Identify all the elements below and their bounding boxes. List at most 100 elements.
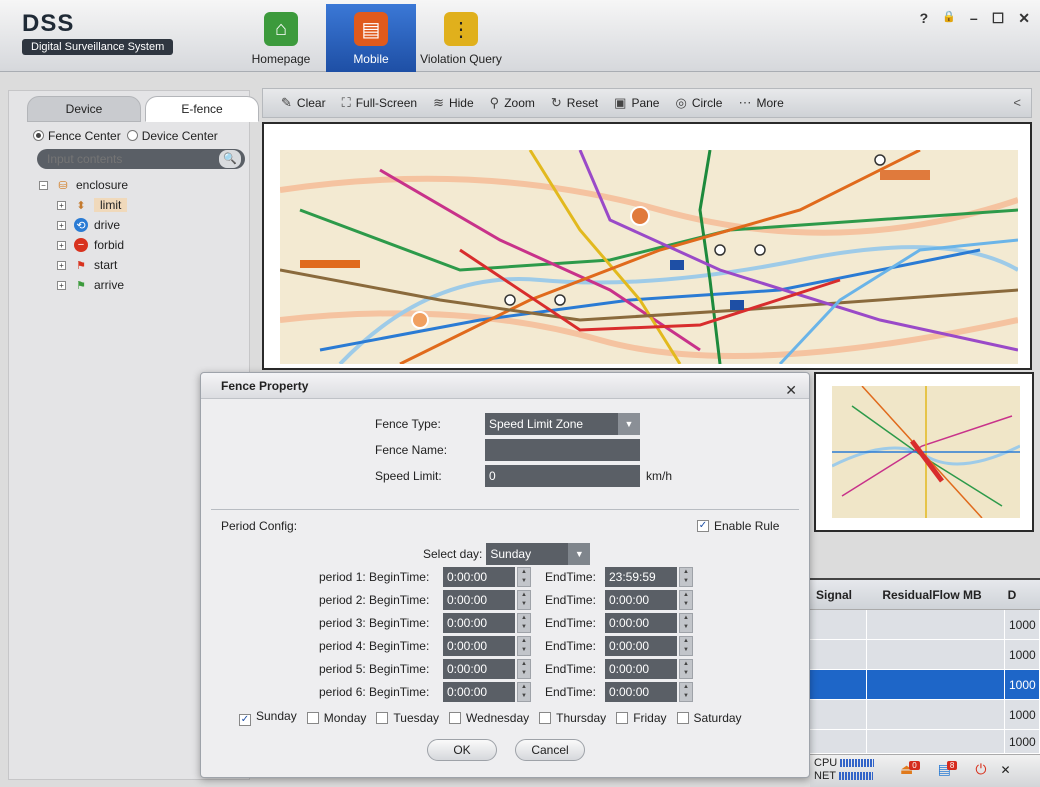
select-day-dropdown[interactable]: Sunday ▼ (486, 543, 591, 565)
col-d[interactable]: D (997, 588, 1027, 602)
help-icon[interactable]: ? (920, 10, 929, 27)
radio-device-center[interactable]: Device Center (126, 129, 218, 143)
expand-icon[interactable]: + (57, 280, 66, 290)
day-checkbox-saturday[interactable]: Saturday (676, 711, 742, 725)
table-row[interactable]: 1000 (810, 640, 1040, 670)
message-button[interactable]: ▤8 (938, 761, 962, 778)
day-checkbox-tuesday[interactable]: Tuesday (376, 711, 439, 725)
tab-e-fence[interactable]: E-fence (145, 96, 259, 122)
table-row[interactable]: 1000 (810, 700, 1040, 730)
day-checkbox-thursday[interactable]: Thursday (539, 711, 606, 725)
maximize-icon[interactable]: ☐ (992, 10, 1005, 27)
time-spinner[interactable]: ▲ ▼ (679, 682, 693, 702)
col-signal[interactable]: Signal (810, 588, 867, 602)
period-number: period 3: (319, 616, 366, 630)
more-button[interactable]: ⋯ More (738, 95, 783, 111)
day-checkbox-friday[interactable]: Friday (616, 711, 667, 725)
end-time-input[interactable]: 0:00:00 (605, 590, 677, 610)
nav-violation-query[interactable]: ⋮ Violation Query (416, 4, 506, 72)
time-spinner[interactable]: ▲ ▼ (679, 613, 693, 633)
col-residual-flow[interactable]: ResidualFlow MB (867, 588, 997, 602)
minimap-view[interactable] (831, 385, 1021, 519)
end-time-input[interactable]: 0:00:00 (605, 682, 677, 702)
time-spinner[interactable]: ▲ ▼ (679, 636, 693, 656)
begin-time-input[interactable]: 0:00:00 (443, 682, 515, 702)
table-row-selected[interactable]: 1000 (810, 670, 1040, 700)
day-checkbox-monday[interactable]: Monday (306, 711, 366, 725)
circle-label: Circle (691, 96, 723, 110)
table-row[interactable]: 1000 (810, 610, 1040, 640)
search-icon[interactable]: 🔍 (219, 150, 241, 168)
tree-root[interactable]: − ⛁ enclosure (39, 175, 128, 195)
clear-button[interactable]: ✎ Clear (281, 95, 326, 111)
table-cell: 1000 (1005, 730, 1040, 753)
tree-item-forbid[interactable]: + − forbid (39, 235, 128, 255)
map-toolbar: ✎ Clear ⛶ Full-Screen ≋ Hide ⚲ Zoom ↻ Reset ▣… (262, 88, 1032, 118)
table-row[interactable]: 1000 (810, 730, 1040, 754)
fence-tree: − ⛁ enclosure + ⬍ limit + ⟲ drive + − fo… (39, 175, 128, 295)
collapse-panel-icon[interactable]: < (1013, 95, 1021, 110)
checkbox-icon (306, 711, 319, 724)
nav-mobile[interactable]: ▤ Mobile (326, 4, 416, 72)
begin-time-input[interactable]: 0:00:00 (443, 613, 515, 633)
begin-time-input[interactable]: 0:00:00 (443, 590, 515, 610)
lock-icon[interactable]: 🔒 (942, 10, 956, 27)
tab-device[interactable]: Device (27, 96, 141, 122)
hide-button[interactable]: ≋ Hide (433, 95, 474, 111)
begin-time-input[interactable]: 0:00:00 (443, 567, 515, 587)
speed-limit-input[interactable]: 0 (485, 465, 640, 487)
enable-rule-checkbox[interactable]: ✓ Enable Rule (697, 519, 779, 533)
fullscreen-button[interactable]: ⛶ Full-Screen (342, 95, 417, 111)
reset-button[interactable]: ↻ Reset (551, 95, 598, 111)
day-checkbox-wednesday[interactable]: Wednesday (449, 711, 529, 725)
time-spinner[interactable]: ▲ ▼ (679, 590, 693, 610)
expand-icon[interactable]: + (57, 220, 66, 230)
expand-icon[interactable]: + (57, 200, 66, 210)
end-time-input[interactable]: 0:00:00 (605, 659, 677, 679)
circle-button[interactable]: ◎ Circle (675, 95, 722, 111)
radio-on-icon (33, 130, 44, 141)
pane-button[interactable]: ▣ Pane (614, 95, 659, 111)
time-spinner[interactable]: ▲ ▼ (517, 659, 531, 679)
dropdown-arrow-icon[interactable]: ▼ (618, 413, 640, 435)
fence-type-select[interactable]: Speed Limit Zone ▼ (485, 413, 640, 435)
ok-button[interactable]: OK (427, 739, 497, 761)
tree-item-limit[interactable]: + ⬍ limit (39, 195, 128, 215)
time-spinner[interactable]: ▲ ▼ (517, 567, 531, 587)
period-config-label: Period Config: (221, 519, 298, 533)
day-checkbox-sunday[interactable]: ✓ Sunday (239, 709, 297, 726)
expand-icon[interactable]: + (57, 260, 66, 270)
time-spinner[interactable]: ▲ ▼ (517, 613, 531, 633)
time-spinner[interactable]: ▲ ▼ (517, 636, 531, 656)
radio-fence-center[interactable]: Fence Center (33, 129, 121, 143)
alarm-button[interactable]: ⏏0 (900, 761, 924, 778)
close-status-icon[interactable]: ✕ (1000, 763, 1010, 777)
expand-icon[interactable]: + (57, 240, 66, 250)
minimize-icon[interactable]: – (970, 10, 978, 27)
dialog-close-icon[interactable]: ✕ (785, 377, 797, 403)
collapse-icon[interactable]: − (39, 180, 48, 190)
begin-time-input[interactable]: 0:00:00 (443, 659, 515, 679)
fence-name-input[interactable] (485, 439, 640, 461)
tree-item-start[interactable]: + ⚑ start (39, 255, 128, 275)
shutdown-icon[interactable]: ⏻ (975, 761, 986, 778)
time-spinner[interactable]: ▲ ▼ (679, 567, 693, 587)
search-input[interactable] (37, 149, 207, 169)
end-time-input[interactable]: 0:00:00 (605, 636, 677, 656)
time-spinner[interactable]: ▲ ▼ (679, 659, 693, 679)
nav-violation-query-label: Violation Query (420, 52, 502, 66)
zoom-button[interactable]: ⚲ Zoom (490, 95, 535, 111)
time-spinner[interactable]: ▲ ▼ (517, 682, 531, 702)
device-table: Signal ResidualFlow MB D 1000 1000 1000 … (810, 578, 1040, 754)
map-view[interactable] (279, 148, 1020, 366)
time-spinner[interactable]: ▲ ▼ (517, 590, 531, 610)
end-time-input[interactable]: 0:00:00 (605, 613, 677, 633)
end-time-input[interactable]: 23:59:59 (605, 567, 677, 587)
begin-time-input[interactable]: 0:00:00 (443, 636, 515, 656)
tree-item-drive[interactable]: + ⟲ drive (39, 215, 128, 235)
nav-homepage[interactable]: ⌂ Homepage (236, 4, 326, 72)
dropdown-arrow-icon[interactable]: ▼ (568, 543, 591, 565)
cancel-button[interactable]: Cancel (515, 739, 585, 761)
tree-item-arrive[interactable]: + ⚑ arrive (39, 275, 128, 295)
close-icon[interactable]: ✕ (1018, 10, 1030, 27)
